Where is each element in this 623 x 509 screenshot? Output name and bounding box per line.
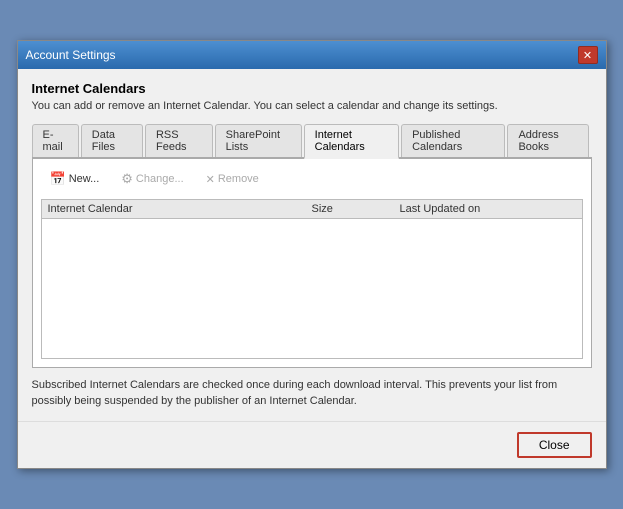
remove-button[interactable]: Remove xyxy=(197,169,268,190)
col-size: Size xyxy=(312,203,400,215)
remove-calendar-icon xyxy=(206,173,215,186)
main-content: Internet Calendars You can add or remove… xyxy=(18,69,606,421)
change-button-label: Change... xyxy=(136,173,184,185)
section-title: Internet Calendars xyxy=(32,81,592,96)
tab-email[interactable]: E-mail xyxy=(32,124,79,157)
change-button[interactable]: Change... xyxy=(112,167,192,191)
internet-calendars-panel: New... Change... Remove Internet Calenda… xyxy=(32,159,592,368)
tab-rss-feeds[interactable]: RSS Feeds xyxy=(145,124,213,157)
calendar-toolbar: New... Change... Remove xyxy=(41,167,583,191)
change-calendar-icon xyxy=(121,171,133,187)
tab-sharepoint-lists[interactable]: SharePoint Lists xyxy=(215,124,302,157)
new-calendar-icon xyxy=(50,171,66,187)
remove-button-label: Remove xyxy=(218,173,259,185)
account-settings-window: Account Settings ✕ Internet Calendars Yo… xyxy=(17,40,607,469)
new-button-label: New... xyxy=(69,173,100,185)
col-internet-calendar: Internet Calendar xyxy=(48,203,312,215)
info-text: Subscribed Internet Calendars are checke… xyxy=(32,378,592,409)
tab-internet-calendars[interactable]: Internet Calendars xyxy=(304,124,399,159)
col-last-updated: Last Updated on xyxy=(400,203,576,215)
dialog-footer: Close xyxy=(18,421,606,468)
calendar-list: Internet Calendar Size Last Updated on xyxy=(41,199,583,359)
tab-bar: E-mail Data Files RSS Feeds SharePoint L… xyxy=(32,124,592,159)
tab-address-books[interactable]: Address Books xyxy=(507,124,589,157)
list-header: Internet Calendar Size Last Updated on xyxy=(42,200,582,219)
new-button[interactable]: New... xyxy=(41,167,109,191)
tab-data-files[interactable]: Data Files xyxy=(81,124,143,157)
window-close-button[interactable]: ✕ xyxy=(578,46,598,64)
close-button[interactable]: Close xyxy=(517,432,592,458)
tab-published-calendars[interactable]: Published Calendars xyxy=(401,124,505,157)
window-title: Account Settings xyxy=(26,48,116,62)
title-bar: Account Settings ✕ xyxy=(18,41,606,69)
list-body xyxy=(42,219,582,349)
section-description: You can add or remove an Internet Calend… xyxy=(32,100,592,112)
